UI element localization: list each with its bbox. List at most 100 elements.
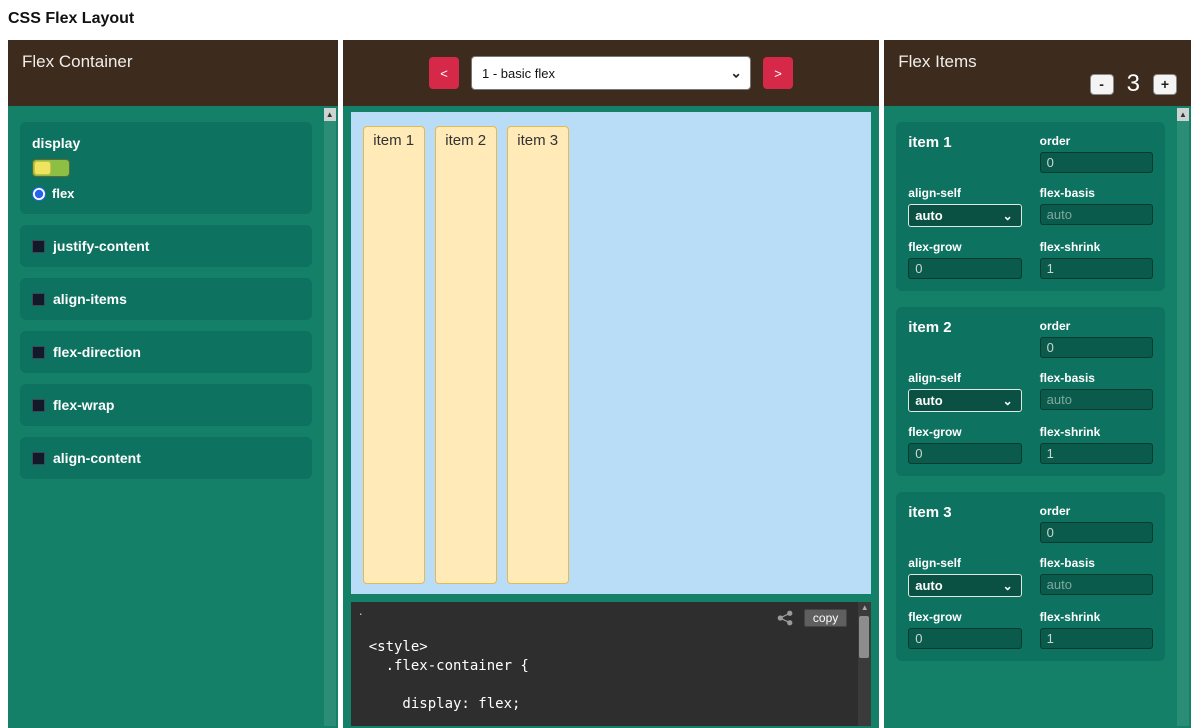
container-panel-header: Flex Container — [8, 40, 338, 106]
flex-shrink-label: flex-shrink — [1040, 240, 1153, 254]
code-bullet: . — [359, 602, 363, 618]
option-group-flex-wrap: flex-wrap — [20, 384, 312, 426]
prev-example-button[interactable]: < — [429, 57, 459, 89]
left-scrollbar[interactable]: ▲ — [324, 108, 336, 726]
justify-content-checkbox[interactable] — [32, 240, 45, 253]
align-items-checkbox[interactable] — [32, 293, 45, 306]
flex-wrap-checkbox[interactable] — [32, 399, 45, 412]
align-self-cell: align-self auto ⌄ — [908, 556, 1021, 597]
flex-basis-cell: flex-basis — [1040, 371, 1153, 412]
order-input[interactable] — [1040, 337, 1153, 358]
flex-shrink-cell: flex-shrink — [1040, 425, 1153, 464]
item-name-cell: item 1 — [908, 134, 1021, 173]
order-input[interactable] — [1040, 152, 1153, 173]
example-select-wrap: 1 - basic flex ⌄ — [471, 56, 751, 90]
scroll-up-icon[interactable]: ▲ — [324, 108, 336, 121]
item-card-1: item 1 order align-self auto ⌄ — [896, 122, 1165, 291]
code-scrollbar[interactable]: ▲ — [858, 602, 871, 726]
flex-basis-input[interactable] — [1040, 574, 1153, 595]
flex-radio[interactable] — [32, 187, 46, 201]
flex-grow-label: flex-grow — [908, 240, 1021, 254]
right-scrollbar[interactable]: ▲ — [1177, 108, 1189, 726]
container-panel-body: ▲ display flex justify-content align-ite… — [8, 106, 338, 728]
flex-radio-row[interactable]: flex — [32, 186, 300, 201]
toggle-knob-icon — [34, 161, 51, 175]
code-line — [369, 676, 872, 695]
option-group-align-items: align-items — [20, 278, 312, 320]
justify-content-label: justify-content — [53, 238, 149, 254]
flex-wrap-label: flex-wrap — [53, 397, 114, 413]
items-panel-header: Flex Items - 3 + — [884, 40, 1191, 106]
item-count-controls: - 3 + — [1090, 70, 1177, 98]
item-name-cell: item 2 — [908, 319, 1021, 358]
flex-shrink-cell: flex-shrink — [1040, 240, 1153, 279]
flex-shrink-label: flex-shrink — [1040, 610, 1153, 624]
flex-grow-label: flex-grow — [908, 425, 1021, 439]
align-content-label: align-content — [53, 450, 141, 466]
flex-shrink-label: flex-shrink — [1040, 425, 1153, 439]
flex-basis-input[interactable] — [1040, 389, 1153, 410]
item-count: 3 — [1127, 70, 1140, 98]
order-label: order — [1040, 134, 1153, 148]
order-cell: order — [1040, 319, 1153, 358]
flex-direction-checkbox[interactable] — [32, 346, 45, 359]
code-line: display: flex; — [369, 695, 872, 714]
flex-grow-input[interactable] — [908, 443, 1021, 464]
display-toggle[interactable] — [32, 159, 70, 177]
align-self-select[interactable]: auto — [909, 390, 1020, 411]
preview-item-1: item 1 — [363, 126, 425, 584]
code-toolbar: copy — [777, 609, 847, 627]
flex-basis-input[interactable] — [1040, 204, 1153, 225]
copy-button[interactable]: copy — [804, 609, 847, 627]
example-select[interactable]: 1 - basic flex — [472, 57, 750, 89]
display-option-group: display flex — [20, 122, 312, 214]
flex-shrink-input[interactable] — [1040, 628, 1153, 649]
flex-direction-label: flex-direction — [53, 344, 141, 360]
remove-item-button[interactable]: - — [1090, 74, 1114, 95]
flex-grow-cell: flex-grow — [908, 240, 1021, 279]
scroll-up-icon[interactable]: ▲ — [1177, 108, 1189, 121]
flex-shrink-input[interactable] — [1040, 443, 1153, 464]
align-self-select[interactable]: auto — [909, 205, 1020, 226]
flex-grow-cell: flex-grow — [908, 610, 1021, 649]
flex-radio-label: flex — [52, 186, 74, 201]
flex-basis-cell: flex-basis — [1040, 556, 1153, 597]
flex-container-panel: Flex Container ▲ display flex justify-co… — [8, 40, 338, 728]
items-panel-title: Flex Items — [898, 52, 976, 71]
flex-preview-container: item 1 item 2 item 3 — [351, 112, 872, 594]
align-self-label: align-self — [908, 556, 1021, 570]
flex-basis-cell: flex-basis — [1040, 186, 1153, 227]
add-item-button[interactable]: + — [1153, 74, 1177, 95]
container-panel-title: Flex Container — [22, 52, 133, 71]
code-line: <style> — [369, 638, 872, 657]
order-cell: order — [1040, 134, 1153, 173]
flex-grow-input[interactable] — [908, 628, 1021, 649]
scroll-up-icon[interactable]: ▲ — [858, 603, 871, 612]
preview-column: < 1 - basic flex ⌄ > item 1 item 2 item … — [343, 40, 880, 728]
order-label: order — [1040, 319, 1153, 333]
item-name: item 1 — [908, 134, 951, 151]
flex-basis-label: flex-basis — [1040, 186, 1153, 200]
option-group-justify-content: justify-content — [20, 225, 312, 267]
share-icon[interactable] — [777, 610, 794, 626]
main-layout: Flex Container ▲ display flex justify-co… — [0, 40, 1199, 728]
titlebar: CSS Flex Layout — [0, 0, 1199, 40]
order-label: order — [1040, 504, 1153, 518]
align-items-label: align-items — [53, 291, 127, 307]
page-title: CSS Flex Layout — [0, 0, 1199, 28]
order-cell: order — [1040, 504, 1153, 543]
align-content-checkbox[interactable] — [32, 452, 45, 465]
align-self-select-wrap: auto ⌄ — [908, 389, 1021, 412]
next-example-button[interactable]: > — [763, 57, 793, 89]
align-self-cell: align-self auto ⌄ — [908, 371, 1021, 412]
items-panel-body: ▲ item 1 order align-self auto — [884, 106, 1191, 728]
flex-shrink-cell: flex-shrink — [1040, 610, 1153, 649]
flex-shrink-input[interactable] — [1040, 258, 1153, 279]
align-self-label: align-self — [908, 371, 1021, 385]
flex-grow-cell: flex-grow — [908, 425, 1021, 464]
align-self-label: align-self — [908, 186, 1021, 200]
align-self-select[interactable]: auto — [909, 575, 1020, 596]
code-scroll-thumb[interactable] — [859, 616, 869, 658]
order-input[interactable] — [1040, 522, 1153, 543]
flex-grow-input[interactable] — [908, 258, 1021, 279]
